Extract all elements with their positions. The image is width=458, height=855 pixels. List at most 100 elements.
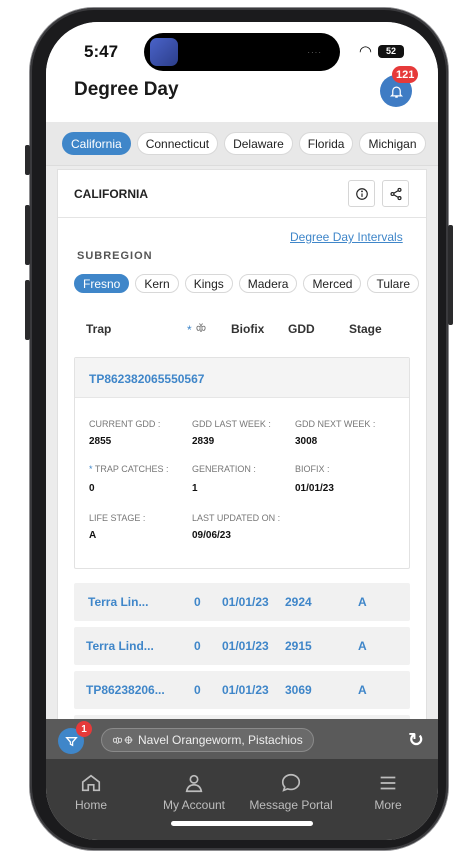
row-biofix: 01/01/23 [222,639,269,653]
subregion-chip-madera[interactable]: Madera [238,274,298,293]
status-time: 5:47 [84,42,119,61]
subregion-chip-row: Fresno Kern Kings Madera Merced Tulare [74,274,420,293]
generation-label: GENERATION : [192,464,256,474]
column-header-catches: * [187,322,207,337]
table-row[interactable]: TP86238206... 0 01/01/23 3069 A [74,671,410,709]
row-gdd: 2915 [285,639,312,653]
state-chip-california[interactable]: California [62,132,131,155]
nav-my-account[interactable]: My Account [149,772,239,812]
state-chip-michigan[interactable]: Michigan [359,132,426,155]
last-updated-value: 09/06/23 [192,530,231,541]
trap-catches-value: 0 [89,483,95,494]
subregion-chip-fresno[interactable]: Fresno [74,274,130,293]
row-stage: A [358,595,367,609]
island-app-icon [150,38,178,66]
gdd-next-week-label: GDD NEXT WEEK : [295,419,376,429]
biofix-label: BIOFIX : [295,464,330,474]
screen: 5:47 ···· ◠ 52 Degree Day 121 California… [46,22,438,840]
refresh-icon[interactable]: ↻ [408,729,424,752]
island-dots-icon: ···· [307,48,322,57]
row-stage: A [358,683,367,697]
active-filter-pill[interactable]: Navel Orangeworm, Pistachios [101,728,314,752]
share-icon [389,187,402,200]
row-biofix: 01/01/23 [222,683,269,697]
state-chip-delaware[interactable]: Delaware [224,132,293,155]
filter-icon [64,736,78,746]
trap-catches-label: * TRAP CATCHES : [89,464,169,474]
mute-switch [25,145,30,175]
row-gdd: 2924 [285,595,312,609]
nav-more[interactable]: More [343,772,433,812]
current-gdd-label: CURRENT GDD : [89,419,161,429]
home-icon [81,774,101,792]
filter-count-badge: 1 [76,721,92,737]
wifi-icon: ◠ [358,43,372,60]
page-title: Degree Day [74,79,179,100]
table-row[interactable]: Terra Lin... 0 01/01/23 2924 A [74,583,410,621]
app-header: 5:47 ···· ◠ 52 Degree Day 121 [46,22,438,122]
subregion-chip-kings[interactable]: Kings [184,274,233,293]
nav-message-portal-label: Message Portal [249,798,333,812]
column-header-biofix: Biofix [231,322,265,336]
subregion-chip-merced[interactable]: Merced [303,274,362,293]
life-stage-value: A [89,530,97,541]
battery-icon: 52 [378,44,404,58]
row-trap: Terra Lin... [88,595,149,609]
table-row[interactable]: Terra Lind... 0 01/01/23 2915 A [74,627,410,665]
notification-count-badge: 121 [392,66,419,83]
power-button [448,225,453,325]
region-card: CALIFORNIA Degree Day Intervals SUBREGIO… [57,169,427,729]
nav-more-label: More [374,798,402,812]
column-header-stage: Stage [349,322,382,336]
row-catches: 0 [194,683,201,697]
account-icon [185,774,203,793]
life-stage-label: LIFE STAGE : [89,513,146,523]
trap-detail-id[interactable]: TP862382065550567 [75,358,409,398]
share-button[interactable] [382,180,409,207]
row-trap: TP86238206... [86,683,165,697]
degree-day-intervals-link[interactable]: Degree Day Intervals [290,230,403,244]
message-icon [281,773,301,792]
bell-icon [389,86,403,98]
column-header-trap: Trap [86,322,112,336]
column-header-gdd: GDD [288,322,315,336]
gdd-last-week-value: 2839 [192,436,215,447]
row-stage: A [358,639,367,653]
card-header: CALIFORNIA [58,170,426,218]
nav-home[interactable]: Home [46,772,136,812]
menu-icon [380,776,396,790]
gdd-next-week-value: 3008 [295,436,318,447]
subregion-chip-tulare[interactable]: Tulare [367,274,420,293]
status-icons: ◠ 52 [359,42,404,60]
biofix-value: 01/01/23 [295,483,334,494]
row-trap: Terra Lind... [86,639,154,653]
state-chip-row: California Connecticut Delaware Florida … [62,132,426,155]
active-filter-label: Navel Orangeworm, Pistachios [138,733,303,747]
last-updated-label: LAST UPDATED ON : [192,513,281,523]
moth-icon [196,323,206,332]
card-title: CALIFORNIA [74,187,148,201]
home-indicator [171,821,313,826]
current-gdd-value: 2855 [89,436,112,447]
pest-icon [112,736,133,744]
bottom-navigation: Home My Account Message Portal More [46,759,438,840]
row-gdd: 3069 [285,683,312,697]
row-biofix: 01/01/23 [222,595,269,609]
catches-star: * [187,323,192,337]
nav-my-account-label: My Account [162,798,226,812]
dynamic-island: ···· [144,33,340,71]
info-button[interactable] [348,180,375,207]
subregion-label: SUBREGION [77,250,153,262]
state-selector: California Connecticut Delaware Florida … [46,122,438,166]
state-chip-connecticut[interactable]: Connecticut [136,132,219,155]
trap-catches-label-text: TRAP CATCHES : [94,464,169,474]
gdd-last-week-label: GDD LAST WEEK : [192,419,271,429]
volume-down-button [25,280,30,340]
nav-message-portal[interactable]: Message Portal [246,772,336,812]
state-chip-florida[interactable]: Florida [298,132,354,155]
generation-value: 1 [192,483,198,494]
trap-catches-star: * [89,464,93,474]
row-catches: 0 [194,639,201,653]
filter-bar: 1 Navel Orangeworm, Pistachios ↻ [46,719,438,759]
subregion-chip-kern[interactable]: Kern [135,274,179,293]
